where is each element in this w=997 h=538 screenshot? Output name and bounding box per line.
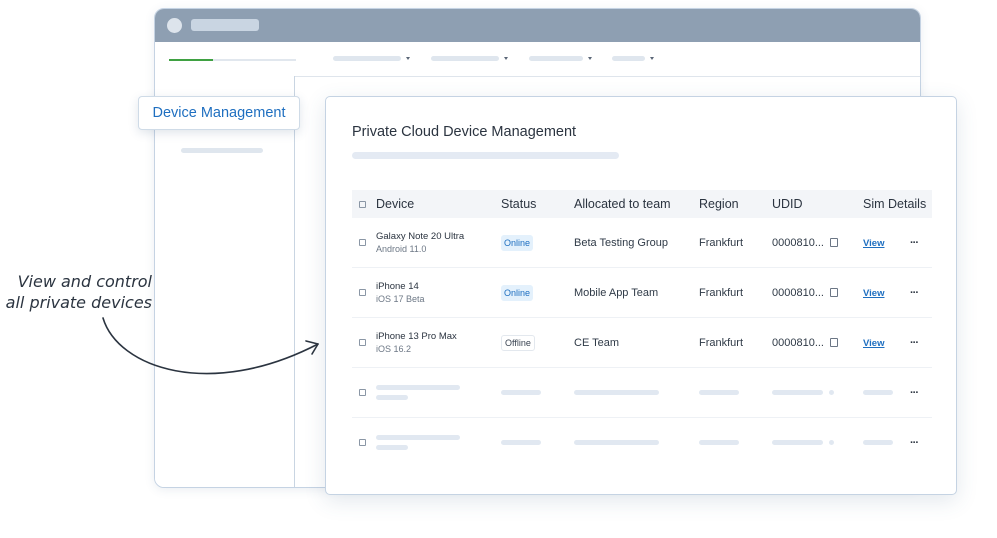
curved-arrow-icon [102, 317, 319, 375]
